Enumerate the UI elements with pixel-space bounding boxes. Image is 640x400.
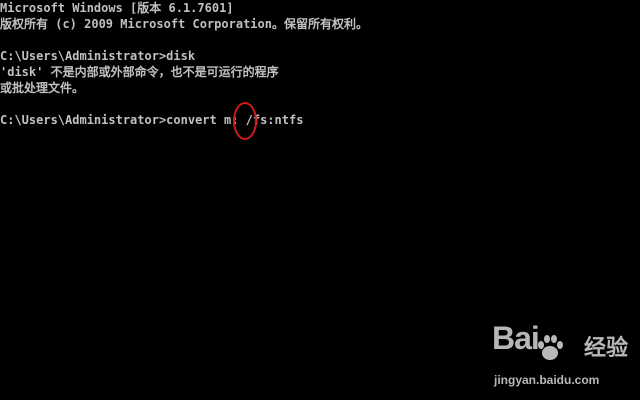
watermark-logo-text: Bai xyxy=(492,320,540,356)
baidu-jingyan-watermark: Bai 经验 jingyan.baidu.com xyxy=(488,320,638,396)
paw-icon xyxy=(538,335,563,360)
watermark-logo-suffix: 经验 xyxy=(584,335,629,360)
console-line-command-convert[interactable]: C:\Users\Administrator>convert m: /fs:nt… xyxy=(0,112,303,128)
command-prompt-console[interactable]: Microsoft Windows [版本 6.1.7601] 版权所有 (c)… xyxy=(0,0,640,400)
console-line-copyright: 版权所有 (c) 2009 Microsoft Corporation。保留所有… xyxy=(0,17,368,31)
console-input-text: C:\Users\Administrator>convert m: /fs:nt… xyxy=(0,113,304,127)
console-line-error-cont: 或批处理文件。 xyxy=(0,81,85,95)
highlight-circle xyxy=(233,102,257,140)
console-line-error: 'disk' 不是内部或外部命令，也不是可运行的程序 xyxy=(0,65,279,79)
console-line-version: Microsoft Windows [版本 6.1.7601] xyxy=(0,1,234,15)
console-line-command-disk: C:\Users\Administrator>disk xyxy=(0,49,196,63)
watermark-url: jingyan.baidu.com xyxy=(494,373,600,387)
